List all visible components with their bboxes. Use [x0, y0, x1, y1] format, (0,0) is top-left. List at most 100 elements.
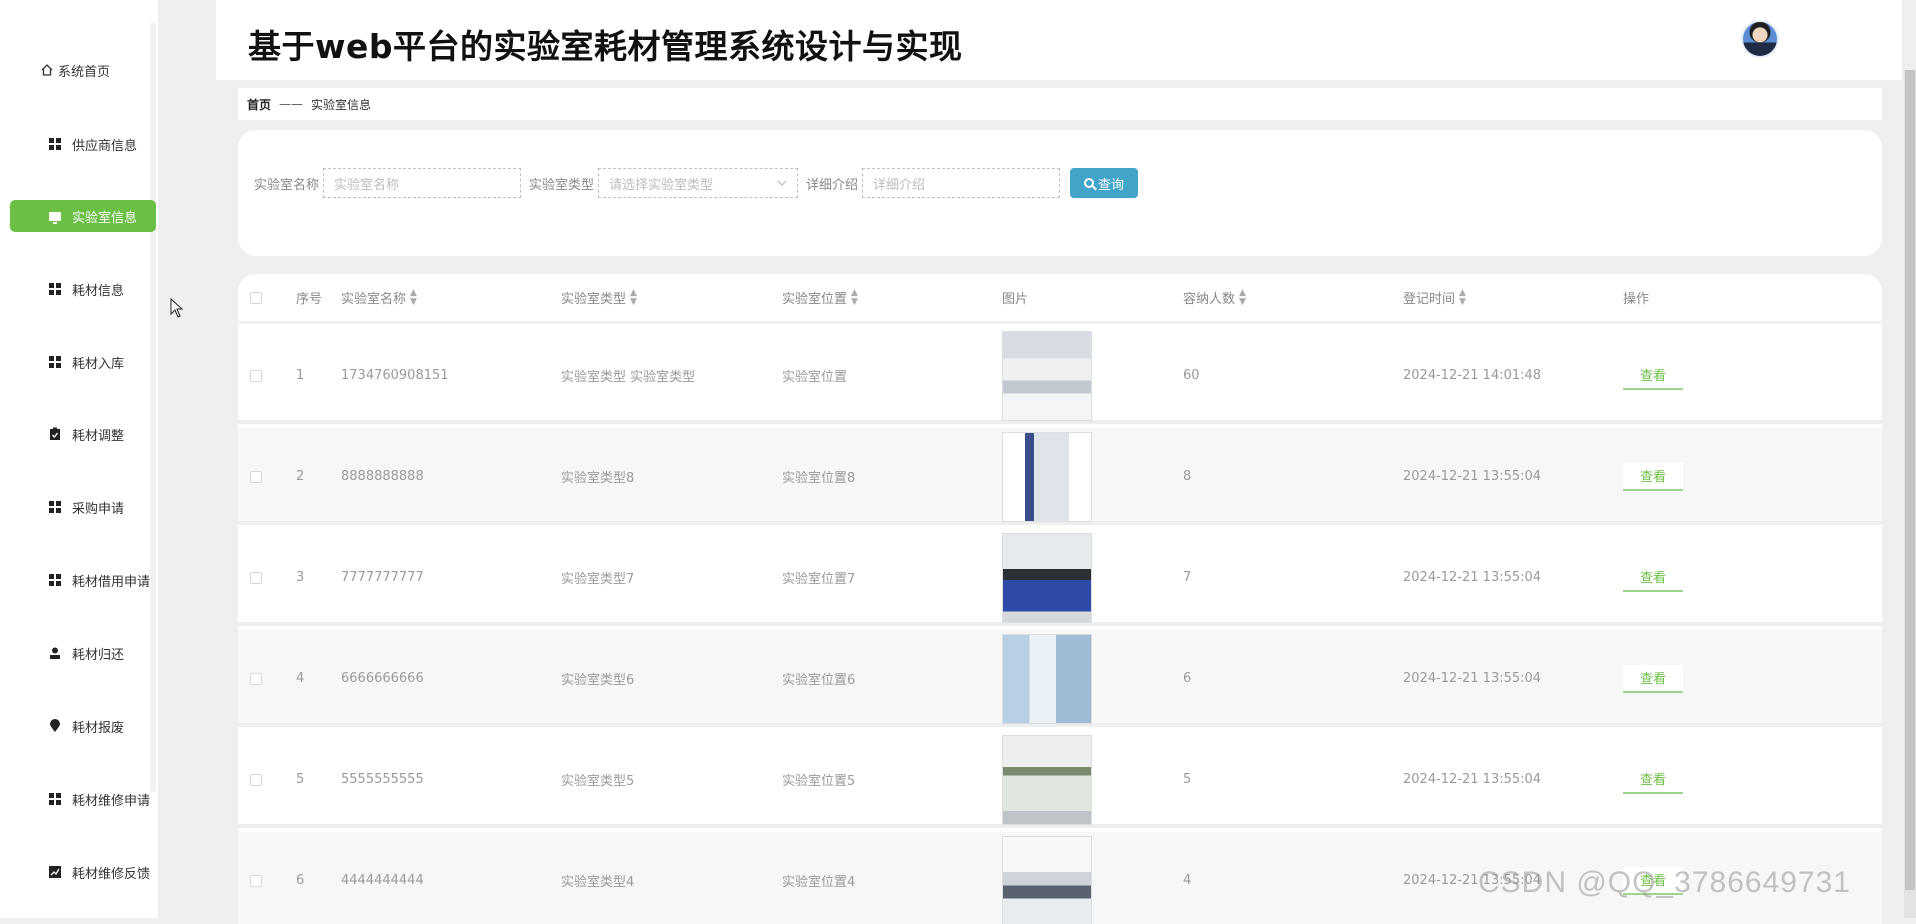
lab-photo[interactable]	[1002, 634, 1092, 724]
cell-type: 实验室类型8	[561, 428, 634, 525]
row-checkbox[interactable]	[250, 529, 262, 626]
header-capacity[interactable]: 容纳人数▲▼	[1183, 288, 1246, 307]
sidebar-item-consumables[interactable]: 耗材信息	[10, 273, 156, 305]
cell-capacity: 5	[1183, 731, 1191, 828]
grid-icon	[48, 355, 62, 369]
cell-location: 实验室位置7	[782, 529, 855, 626]
sort-icon: ▲▼	[1459, 289, 1466, 307]
cell-capacity: 6	[1183, 630, 1191, 727]
cell-op: 查看	[1623, 529, 1683, 626]
sidebar-item-stock-in[interactable]: 耗材入库	[10, 346, 156, 378]
select-all-checkbox[interactable]	[250, 292, 262, 304]
view-button[interactable]: 查看	[1623, 362, 1683, 390]
sidebar-item-lab-info[interactable]: 实验室信息	[10, 200, 156, 232]
mouse-cursor-icon	[170, 298, 184, 318]
row-checkbox[interactable]	[250, 630, 262, 727]
cell-time: 2024-12-21 14:01:48	[1403, 327, 1541, 424]
sidebar-item-label: 耗材归还	[72, 644, 124, 663]
lab-photo[interactable]	[1002, 735, 1092, 825]
header-op: 操作	[1623, 288, 1649, 307]
cell-type: 实验室类型6	[561, 630, 634, 727]
sidebar-item-scrap[interactable]: 耗材报废	[10, 710, 156, 742]
lab-photo[interactable]	[1002, 836, 1092, 924]
sort-icon: ▲▼	[410, 289, 417, 307]
view-button[interactable]: 查看	[1623, 766, 1683, 794]
grid-icon	[48, 500, 62, 514]
cell-capacity: 8	[1183, 428, 1191, 525]
sidebar-item-adjust[interactable]: 耗材调整	[10, 418, 156, 450]
cell-name: 8888888888	[341, 428, 424, 525]
lab-photo[interactable]	[1002, 331, 1092, 421]
grid-icon	[48, 792, 62, 806]
sidebar-item-label: 耗材入库	[72, 353, 124, 372]
cell-type: 实验室类型 实验室类型	[561, 327, 695, 424]
view-button[interactable]: 查看	[1623, 564, 1683, 592]
sidebar-item-purchase[interactable]: 采购申请	[10, 491, 156, 523]
detail-placeholder: 详细介绍	[873, 174, 925, 193]
header-image: 图片	[1002, 288, 1028, 307]
cell-image	[1002, 428, 1092, 525]
cell-capacity: 7	[1183, 529, 1191, 626]
page-scrollbar-thumb[interactable]	[1905, 70, 1915, 890]
sidebar-item-home[interactable]: 系统首页	[10, 54, 156, 86]
breadcrumb-separator: ——	[279, 97, 303, 111]
sort-icon: ▲▼	[630, 289, 637, 307]
lab-type-select[interactable]: 请选择实验室类型	[598, 168, 798, 198]
cell-no: 5	[296, 731, 304, 828]
table-header: 序号 实验室名称▲▼ 实验室类型▲▼ 实验室位置▲▼ 图片 容纳人数▲▼ 登记时…	[238, 274, 1882, 324]
lab-photo[interactable]	[1002, 533, 1092, 623]
sort-icon: ▲▼	[1239, 289, 1246, 307]
header-type[interactable]: 实验室类型▲▼	[561, 288, 637, 307]
breadcrumb: 首页 —— 实验室信息	[238, 88, 1882, 120]
cell-no: 1	[296, 327, 304, 424]
cell-location: 实验室位置	[782, 327, 847, 424]
cell-type: 实验室类型5	[561, 731, 634, 828]
cell-op: 查看	[1623, 327, 1683, 424]
search-icon	[1084, 178, 1094, 188]
row-checkbox[interactable]	[250, 428, 262, 525]
user-icon	[48, 646, 62, 660]
sidebar-item-repair-apply[interactable]: 耗材维修申请	[10, 783, 156, 815]
lab-type-label: 实验室类型	[529, 174, 594, 193]
row-checkbox[interactable]	[250, 327, 262, 424]
cell-type: 实验室类型7	[561, 529, 634, 626]
page-scrollbar[interactable]	[1904, 70, 1916, 918]
lab-photo[interactable]	[1002, 432, 1092, 522]
header-location[interactable]: 实验室位置▲▼	[782, 288, 858, 307]
avatar[interactable]	[1741, 20, 1779, 58]
sidebar-item-supplier[interactable]: 供应商信息	[10, 128, 156, 160]
cell-location: 实验室位置6	[782, 630, 855, 727]
cell-name: 4444444444	[341, 832, 424, 924]
lab-name-input[interactable]: 实验室名称	[323, 168, 521, 198]
sidebar-item-label: 耗材报废	[72, 717, 124, 736]
sidebar-item-label: 耗材维修申请	[72, 790, 150, 809]
page-title: 基于web平台的实验室耗材管理系统设计与实现	[248, 20, 963, 68]
lab-type-placeholder: 请选择实验室类型	[609, 174, 713, 193]
cell-location: 实验室位置8	[782, 428, 855, 525]
breadcrumb-home[interactable]: 首页	[247, 96, 271, 113]
sidebar-item-repair-feedback[interactable]: 耗材维修反馈	[10, 856, 156, 888]
header-name[interactable]: 实验室名称▲▼	[341, 288, 417, 307]
view-button[interactable]: 查看	[1623, 463, 1683, 491]
table-row: 46666666666实验室类型6实验室位置662024-12-21 13:55…	[238, 630, 1882, 727]
header-time[interactable]: 登记时间▲▼	[1403, 288, 1466, 307]
pin-icon	[48, 719, 62, 733]
detail-input[interactable]: 详细介绍	[862, 168, 1060, 198]
grid-icon	[48, 137, 62, 151]
row-checkbox[interactable]	[250, 832, 262, 924]
view-button[interactable]: 查看	[1623, 665, 1683, 693]
cell-capacity: 4	[1183, 832, 1191, 924]
sidebar-item-label: 耗材调整	[72, 425, 124, 444]
chart-icon	[48, 865, 62, 879]
query-button[interactable]: 查询	[1070, 168, 1138, 198]
cell-no: 2	[296, 428, 304, 525]
table-row: 37777777777实验室类型7实验室位置772024-12-21 13:55…	[238, 529, 1882, 626]
sidebar-item-borrow[interactable]: 耗材借用申请	[10, 564, 156, 596]
home-icon	[40, 63, 54, 77]
cell-name: 5555555555	[341, 731, 424, 828]
detail-label: 详细介绍	[806, 174, 858, 193]
monitor-icon	[48, 209, 62, 223]
sidebar-item-return[interactable]: 耗材归还	[10, 637, 156, 669]
row-checkbox[interactable]	[250, 731, 262, 828]
cell-location: 实验室位置5	[782, 731, 855, 828]
